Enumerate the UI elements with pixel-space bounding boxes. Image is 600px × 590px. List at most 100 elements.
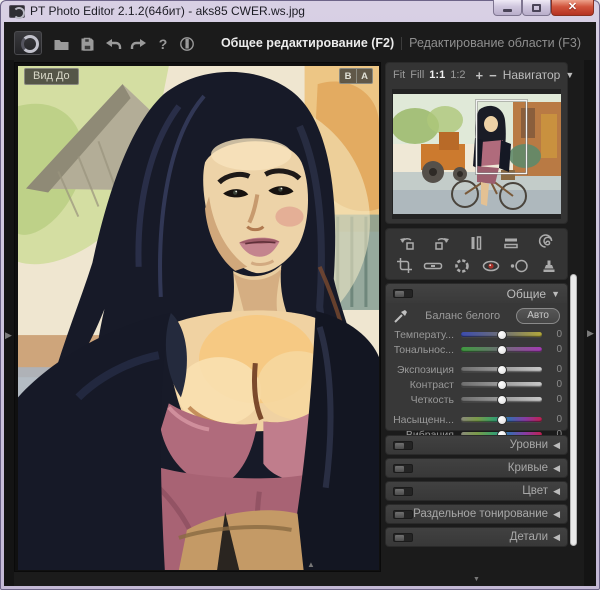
levels-title: Уровни (510, 439, 548, 451)
slider-temperature: Температу... 0 (386, 327, 567, 342)
panel-color[interactable]: Цвет ◀ (385, 481, 568, 501)
panel-scrollbar[interactable] (570, 274, 577, 546)
levels-expand-icon[interactable]: ◀ (553, 440, 560, 451)
toggle-knob (395, 489, 404, 495)
details-toggle[interactable] (393, 533, 413, 542)
tab-general-editing[interactable]: Общее редактирование (F2) (214, 34, 401, 52)
zoom-1-1-button[interactable]: 1:1 (429, 69, 445, 81)
navigator-thumbnail[interactable] (392, 89, 561, 219)
left-panel-expand-icon[interactable]: ▶ (5, 330, 12, 341)
toggle-knob (395, 291, 404, 297)
color-toggle[interactable] (393, 487, 413, 496)
info-button[interactable] (174, 33, 200, 55)
navigator-preview (393, 94, 561, 214)
levels-toggle[interactable] (393, 441, 413, 450)
bottom-panel-expand-icon[interactable]: ▲ (307, 560, 315, 569)
after-button[interactable]: A (356, 69, 372, 83)
split-toning-expand-icon[interactable]: ◀ (553, 509, 560, 520)
slider-track[interactable] (461, 367, 542, 372)
slider-track[interactable] (461, 397, 542, 402)
zoom-in-button[interactable]: + (476, 69, 484, 82)
slider-handle[interactable] (497, 330, 507, 340)
window-title: PT Photo Editor 2.1.2(64бит) - aks85 CWE… (30, 4, 305, 18)
panel-curves[interactable]: Кривые ◀ (385, 458, 568, 478)
zoom-fit-button[interactable]: Fit (393, 69, 405, 81)
slider-handle[interactable] (497, 345, 507, 355)
window-controls: ✕ (493, 0, 594, 16)
right-panel: Fit Fill 1:1 1:2 + − Навигатор ▼ (385, 62, 568, 586)
slider-track[interactable] (461, 332, 542, 337)
general-panel-collapse-icon[interactable]: ▼ (551, 289, 560, 299)
panel-levels[interactable]: Уровни ◀ (385, 435, 568, 455)
redo-button[interactable] (126, 33, 152, 55)
auto-white-balance-button[interactable]: Авто (516, 308, 560, 324)
tab-region-editing[interactable]: Редактирование области (F3) (402, 34, 588, 52)
red-eye-button[interactable] (480, 256, 502, 276)
split-toning-toggle[interactable] (393, 510, 413, 519)
titlebar[interactable]: PT Photo Editor 2.1.2(64бит) - aks85 CWE… (0, 0, 600, 22)
slider-handle[interactable] (497, 395, 507, 405)
open-file-button[interactable] (48, 33, 74, 55)
rotate-right-button[interactable] (431, 233, 453, 253)
zoom-fill-button[interactable]: Fill (410, 69, 424, 81)
mode-tabs: Общее редактирование (F2) Редактирование… (214, 34, 588, 52)
navigator-collapse-icon[interactable]: ▼ (565, 70, 574, 80)
slider-track[interactable] (461, 382, 542, 387)
photo-canvas[interactable]: Вид До B A ▲ (14, 62, 381, 572)
slider-label: Тональнос... (391, 344, 454, 356)
rotate-left-button[interactable] (396, 233, 418, 253)
general-panel-toggle[interactable] (393, 289, 413, 298)
panel-details[interactable]: Детали ◀ (385, 527, 568, 547)
straighten-button[interactable] (422, 256, 444, 276)
slider-clarity: Четкость 0 (386, 392, 567, 407)
slider-label: Контраст (391, 379, 454, 391)
general-panel-header[interactable]: Общие ▼ (386, 284, 567, 303)
zoom-1-2-button[interactable]: 1:2 (450, 69, 465, 81)
crop-button[interactable] (393, 256, 415, 276)
toggle-knob (395, 535, 404, 541)
lens-button[interactable] (451, 256, 473, 276)
close-button[interactable]: ✕ (551, 0, 594, 16)
scroll-down-hint-icon[interactable]: ▼ (385, 576, 568, 583)
flip-horizontal-icon (467, 234, 485, 252)
app-logo-button[interactable] (14, 31, 42, 55)
clone-stamp-button[interactable] (538, 256, 560, 276)
swirl-button[interactable] (535, 233, 557, 253)
slider-handle[interactable] (497, 380, 507, 390)
slider-saturation: Насыщенн... 0 (386, 412, 567, 427)
slider-track[interactable] (461, 417, 542, 422)
color-title: Цвет (522, 485, 548, 497)
right-panel-expand-icon[interactable]: ▶ (587, 328, 594, 339)
slider-track[interactable] (461, 347, 542, 352)
app-content: ? Общее редактирование (F2) Редактирован… (4, 22, 596, 586)
zoom-out-button[interactable]: − (489, 69, 497, 82)
color-expand-icon[interactable]: ◀ (553, 486, 560, 497)
rotate-left-icon (398, 234, 416, 252)
panel-split-toning[interactable]: Раздельное тонирование ◀ (385, 504, 568, 524)
undo-button[interactable] (100, 33, 126, 55)
crop-icon (396, 257, 413, 274)
curves-toggle[interactable] (393, 464, 413, 473)
navigator-header: Fit Fill 1:1 1:2 + − Навигатор ▼ (386, 63, 567, 87)
spot-removal-button[interactable] (509, 256, 531, 276)
slider-value: 0 (549, 364, 562, 375)
maximize-button[interactable] (522, 0, 551, 16)
minimize-button[interactable] (493, 0, 522, 16)
before-after-toggle: B A (339, 68, 373, 84)
slider-handle[interactable] (497, 365, 507, 375)
flip-vertical-icon (502, 234, 520, 252)
slider-handle[interactable] (497, 415, 507, 425)
spot-removal-icon (510, 258, 529, 274)
before-button[interactable]: B (340, 69, 356, 83)
slider-contrast: Контраст 0 (386, 377, 567, 392)
slider-value: 0 (549, 344, 562, 355)
eyedropper-icon[interactable] (393, 308, 409, 324)
flip-vertical-button[interactable] (500, 233, 522, 253)
flip-horizontal-button[interactable] (465, 233, 487, 253)
curves-expand-icon[interactable]: ◀ (553, 463, 560, 474)
help-button[interactable]: ? (152, 36, 174, 52)
details-expand-icon[interactable]: ◀ (553, 532, 560, 543)
straighten-icon (423, 259, 443, 273)
save-button[interactable] (74, 33, 100, 55)
view-mode-badge[interactable]: Вид До (24, 68, 79, 85)
